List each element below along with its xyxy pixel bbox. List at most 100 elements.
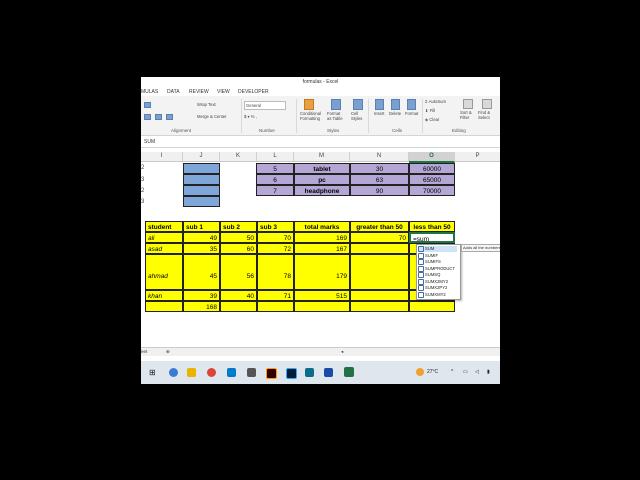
column-header-l[interactable]: L	[257, 152, 294, 162]
gt50-cell[interactable]	[350, 254, 409, 290]
autocomplete-item[interactable]: SUMXMY2	[418, 291, 446, 298]
total-cell[interactable]: 179	[294, 254, 350, 290]
number-format-dropdown[interactable]: General	[244, 101, 286, 110]
sub2-cell[interactable]: 50	[220, 232, 257, 243]
gt50-cell[interactable]	[350, 243, 409, 254]
autocomplete-item[interactable]: SUMSQ	[418, 272, 440, 278]
autocomplete-item[interactable]: SUMX2MY2	[418, 278, 448, 285]
autocomplete-item[interactable]: SUMPRODUCT	[418, 265, 455, 272]
cell-styles-icon[interactable]	[353, 99, 363, 110]
blue-cell[interactable]	[183, 163, 220, 174]
total-cell[interactable]: 167	[294, 243, 350, 254]
fill-button[interactable]: ⬇ Fill	[425, 108, 435, 113]
app-icon[interactable]	[324, 368, 333, 377]
active-cell-input[interactable]: =sum	[409, 232, 455, 243]
currency-icon[interactable]: $ ▾ % ,	[244, 114, 257, 119]
autocomplete-item[interactable]: SUM	[418, 246, 457, 252]
align-right-icon[interactable]	[166, 114, 173, 120]
empty-cell[interactable]	[409, 301, 455, 312]
sub3-cell[interactable]: 72	[257, 243, 294, 254]
sub1-cell[interactable]: 45	[183, 254, 220, 290]
sub2-cell[interactable]: 56	[220, 254, 257, 290]
header-sub1[interactable]: sub 1	[183, 221, 220, 232]
tab-review[interactable]: REVIEW	[189, 89, 209, 95]
product-name[interactable]: tablet	[294, 163, 350, 174]
gt50-cell[interactable]: 70	[350, 232, 409, 243]
task-view-icon[interactable]: ⊞	[149, 368, 156, 377]
tab-data[interactable]: DATA	[167, 89, 180, 95]
header-student[interactable]: student	[145, 221, 183, 232]
column-header-p[interactable]: P	[455, 152, 500, 162]
sub3-cell[interactable]: 71	[257, 290, 294, 301]
insert-icon[interactable]	[375, 99, 384, 110]
product-name[interactable]: pc	[294, 174, 350, 185]
volume-icon[interactable]: ◁	[475, 369, 479, 375]
sub2-cell[interactable]: 60	[220, 243, 257, 254]
conditional-formatting-button[interactable]: Conditional Formatting	[300, 111, 321, 121]
sub1-cell[interactable]: 39	[183, 290, 220, 301]
file-explorer-icon[interactable]	[187, 368, 196, 377]
header-lt50[interactable]: less than 50	[409, 221, 455, 232]
delete-button[interactable]: Delete	[389, 111, 401, 116]
formula-bar[interactable]: SUM	[141, 137, 500, 148]
autocomplete-item[interactable]: SUMIFS	[418, 259, 441, 265]
blue-cell[interactable]	[183, 196, 220, 207]
sheet-tab[interactable]: eet	[141, 349, 147, 354]
tab-developer[interactable]: DEVELOPER	[238, 89, 269, 95]
column-header-i[interactable]: I	[141, 152, 183, 162]
student-name[interactable]: asad	[145, 243, 183, 254]
student-name[interactable]: khan	[145, 290, 183, 301]
app-icon[interactable]	[247, 368, 256, 377]
sum-cell[interactable]: 168	[183, 301, 220, 312]
total-cell[interactable]: 515	[294, 290, 350, 301]
student-name[interactable]: ahmad	[145, 254, 183, 290]
wrap-text-button[interactable]: Wrap Text	[197, 102, 216, 107]
edge-icon[interactable]	[169, 368, 178, 377]
autocomplete-item[interactable]: SUMIF	[418, 252, 438, 259]
column-header-k[interactable]: K	[220, 152, 257, 162]
sub1-cell[interactable]: 35	[183, 243, 220, 254]
autosum-button[interactable]: Σ AutoSum	[425, 99, 446, 104]
header-sub2[interactable]: sub 2	[220, 221, 257, 232]
product-id[interactable]: 6	[256, 174, 294, 185]
header-sub3[interactable]: sub 3	[257, 221, 294, 232]
format-button[interactable]: Format	[405, 111, 418, 116]
column-header-j[interactable]: J	[183, 152, 220, 162]
vscode-icon[interactable]	[227, 368, 236, 377]
delete-icon[interactable]	[391, 99, 400, 110]
product-qty[interactable]: 90	[350, 185, 409, 196]
format-table-icon[interactable]	[331, 99, 341, 110]
cell-styles-button[interactable]: Cell Styles	[351, 111, 363, 121]
product-id[interactable]: 5	[256, 163, 294, 174]
product-price[interactable]: 70000	[409, 185, 455, 196]
sort-filter-icon[interactable]	[463, 99, 473, 109]
blue-cell[interactable]	[183, 174, 220, 185]
header-gt50[interactable]: greater than 50	[350, 221, 409, 232]
empty-cell[interactable]	[257, 301, 294, 312]
illustrator-icon[interactable]	[266, 368, 277, 379]
product-price[interactable]: 65000	[409, 174, 455, 185]
align-icon[interactable]	[144, 102, 151, 108]
header-total[interactable]: total marks	[294, 221, 350, 232]
empty-cell[interactable]	[220, 301, 257, 312]
function-autocomplete[interactable]: SUM SUMIF SUMIFS SUMPRODUCT SUMSQ SUMX2M…	[416, 244, 461, 300]
product-price[interactable]: 60000	[409, 163, 455, 174]
insert-button[interactable]: Insert	[374, 111, 384, 116]
app-icon[interactable]	[305, 368, 314, 377]
student-name[interactable]: ali	[145, 232, 183, 243]
autocomplete-item[interactable]: SUMX2PY2	[418, 285, 447, 291]
column-header-m[interactable]: M	[294, 152, 350, 162]
find-select-button[interactable]: Find & Select	[478, 110, 494, 120]
align-center-icon[interactable]	[155, 114, 162, 120]
clear-button[interactable]: ◈ Clear	[425, 117, 439, 122]
empty-cell[interactable]	[350, 301, 409, 312]
battery-icon[interactable]: ▮	[487, 369, 490, 375]
add-sheet-icon[interactable]: ⊕	[166, 349, 170, 355]
merge-center-button[interactable]: Merge & Center	[197, 114, 227, 119]
excel-icon[interactable]	[344, 367, 354, 377]
format-icon[interactable]	[407, 99, 416, 110]
conditional-formatting-icon[interactable]	[304, 99, 314, 110]
total-cell[interactable]: 169	[294, 232, 350, 243]
chrome-icon[interactable]	[207, 368, 216, 377]
sub1-cell[interactable]: 49	[183, 232, 220, 243]
